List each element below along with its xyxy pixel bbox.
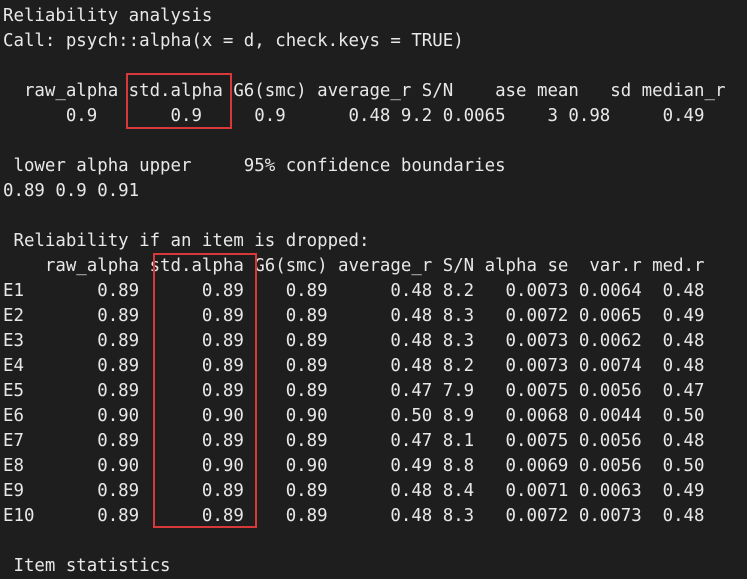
table-row: E6 0.90 0.90 0.90 0.50 8.9 0.0068 0.0044… xyxy=(3,406,705,426)
table-row: E8 0.90 0.90 0.90 0.49 8.8 0.0069 0.0056… xyxy=(3,456,705,476)
confidence-values: 0.89 0.9 0.91 xyxy=(3,181,140,201)
summary-values: 0.9 0.9 0.9 0.48 9.2 0.0065 3 0.98 0.49 xyxy=(3,106,705,126)
function-call: Call: psych::alpha(x = d, check.keys = T… xyxy=(3,31,464,51)
item-statistics-title: Item statistics xyxy=(3,556,171,576)
table-row: E7 0.89 0.89 0.89 0.47 8.1 0.0075 0.0056… xyxy=(3,431,705,451)
table-row: E9 0.89 0.89 0.89 0.48 8.4 0.0071 0.0063… xyxy=(3,481,705,501)
summary-header: raw_alpha std.alpha G6(smc) average_r S/… xyxy=(3,81,726,101)
table-row: E10 0.89 0.89 0.89 0.48 8.3 0.0072 0.007… xyxy=(3,506,705,526)
analysis-title: Reliability analysis xyxy=(3,6,213,26)
table-row: E3 0.89 0.89 0.89 0.48 8.3 0.0073 0.0062… xyxy=(3,331,705,351)
table-row: E1 0.89 0.89 0.89 0.48 8.2 0.0073 0.0064… xyxy=(3,281,705,301)
dropped-header: raw_alpha std.alpha G6(smc) average_r S/… xyxy=(3,256,705,276)
table-row: E4 0.89 0.89 0.89 0.48 8.2 0.0073 0.0074… xyxy=(3,356,705,376)
confidence-header: lower alpha upper 95% confidence boundar… xyxy=(3,156,506,176)
table-row: E5 0.89 0.89 0.89 0.47 7.9 0.0075 0.0056… xyxy=(3,381,705,401)
console-output: Reliability analysis Call: psych::alpha(… xyxy=(0,4,747,579)
table-row: E2 0.89 0.89 0.89 0.48 8.3 0.0072 0.0065… xyxy=(3,306,705,326)
dropped-title: Reliability if an item is dropped: xyxy=(3,231,370,251)
